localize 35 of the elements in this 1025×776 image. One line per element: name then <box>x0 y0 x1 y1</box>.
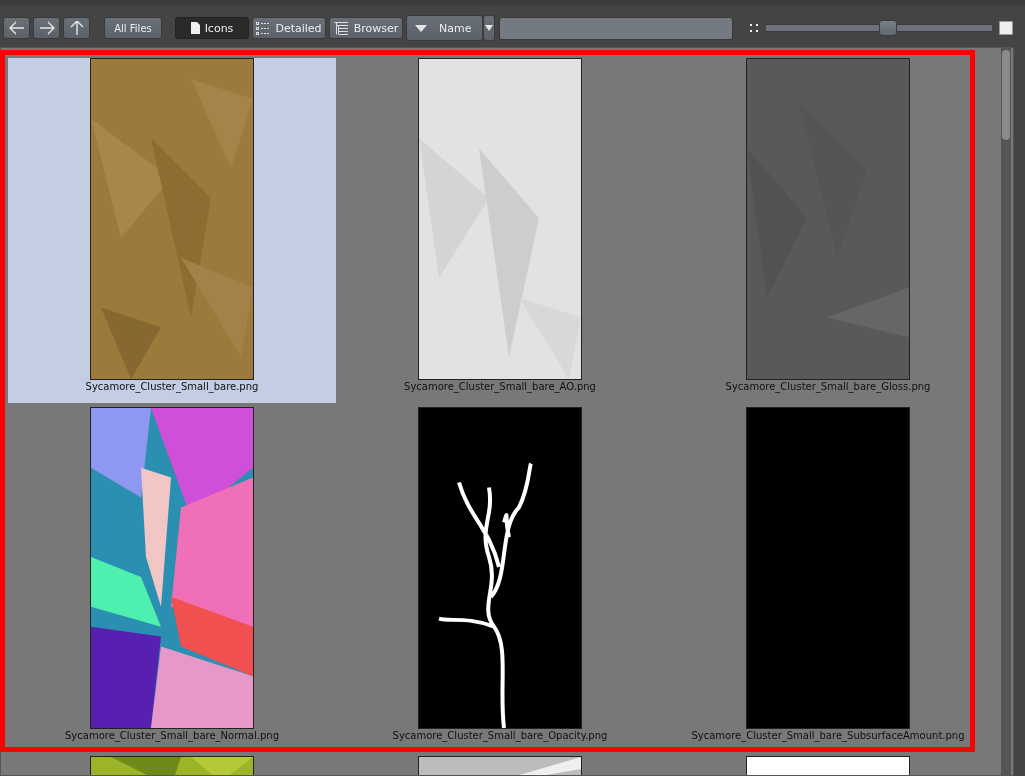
view-tab[interactable]: Detailed <box>252 17 326 39</box>
file-tile[interactable]: Sycamore_Cluster_Small_bare_AO.png <box>336 58 664 407</box>
file-name: Sycamore_Cluster_Small_bare_Normal.png <box>65 730 279 741</box>
up-button[interactable] <box>63 17 90 39</box>
caret-icon <box>415 24 427 32</box>
file-tile[interactable]: Sycamore_Cluster_Small_bare_SubsurfaceAmount.png <box>664 407 992 756</box>
small-grid-icon <box>750 24 758 32</box>
file-tile[interactable]: Sycamore_Cluster_Small_bare_Normal.png <box>8 407 336 756</box>
tree-icon <box>333 21 349 35</box>
file-tile[interactable]: Sycamore_Cluster_Small_bare.png <box>8 58 336 403</box>
file-name: Sycamore_Cluster_Small_bare_SubsurfaceAmount.png <box>691 730 965 741</box>
large-square-icon <box>999 21 1013 35</box>
scroll-thumb[interactable] <box>1002 50 1010 140</box>
list-icon <box>256 21 271 35</box>
file-name: Sycamore_Cluster_Small_bare_AO.png <box>404 381 596 392</box>
file-name: Sycamore_Cluster_Small_bare_Opacity.png <box>392 730 608 741</box>
forward-button[interactable] <box>33 17 60 39</box>
file-icon <box>190 22 200 34</box>
file-name: Sycamore_Cluster_Small_bare.png <box>85 381 259 392</box>
file-tile[interactable]: Sycamore_Cluster_Small_bare_Gloss.png <box>664 58 992 407</box>
right-arrow-icon <box>38 21 55 35</box>
sort-order-button[interactable] <box>483 15 495 41</box>
scrollbar[interactable] <box>1001 48 1011 775</box>
caret-icon <box>485 25 493 31</box>
view-tab[interactable]: Icons <box>175 17 249 39</box>
left-arrow-icon <box>8 21 25 35</box>
search-field[interactable] <box>499 16 733 40</box>
back-button[interactable] <box>3 17 30 39</box>
all-files-button[interactable]: All Files <box>104 17 162 39</box>
view-tab[interactable]: Browser <box>329 17 403 39</box>
up-arrow-icon <box>68 21 85 35</box>
file-name: Sycamore_Cluster_Small_bare_Gloss.png <box>725 381 931 392</box>
slider-handle[interactable] <box>879 20 898 36</box>
sort-dropdown[interactable]: Name <box>406 15 483 41</box>
file-tile[interactable]: Sycamore_Cluster_Small_bare_Opacity.png <box>336 407 664 756</box>
